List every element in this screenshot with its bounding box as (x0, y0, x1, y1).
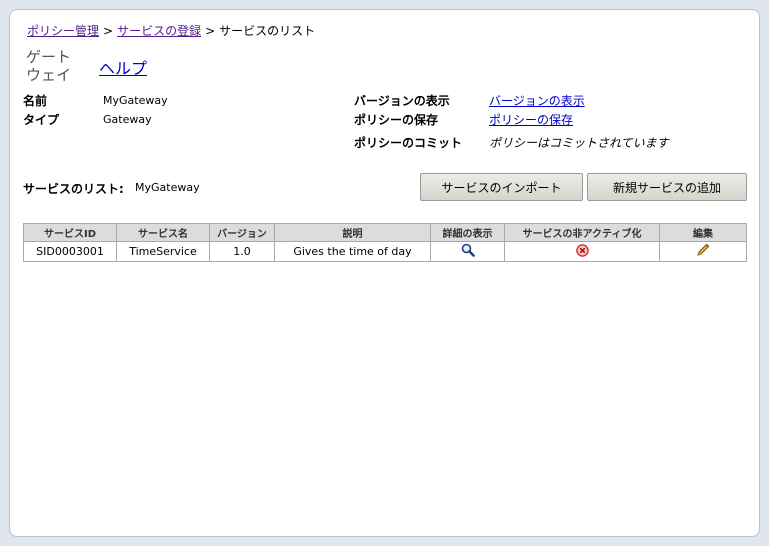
cell-deactivate (504, 241, 660, 262)
magnifier-icon[interactable] (461, 243, 475, 260)
version-label: バージョンの表示 (354, 94, 450, 108)
table-row: SID0003001 TimeService 1.0 Gives the tim… (23, 241, 747, 262)
page-title-line1: ゲート (26, 48, 72, 66)
service-list-value: MyGateway (135, 181, 200, 194)
services-table: サービスID サービス名 バージョン 説明 詳細の表示 サービスの非アクティブ化… (23, 223, 747, 262)
cell-edit (659, 241, 747, 262)
cell-description: Gives the time of day (274, 241, 431, 262)
cell-version: 1.0 (209, 241, 275, 262)
breadcrumb-current: サービスのリスト (219, 24, 316, 38)
column-header-description: 説明 (274, 223, 431, 242)
column-header-view-details: 詳細の表示 (430, 223, 505, 242)
type-label: タイプ (23, 113, 60, 127)
cell-service-id: SID0003001 (23, 241, 117, 262)
policy-save-link[interactable]: ポリシーの保存 (489, 111, 573, 128)
table-header-row: サービスID サービス名 バージョン 説明 詳細の表示 サービスの非アクティブ化… (23, 223, 747, 242)
policy-save-label: ポリシーの保存 (354, 113, 439, 127)
column-header-service-id: サービスID (23, 223, 117, 242)
column-header-edit: 編集 (659, 223, 747, 242)
help-link[interactable]: ヘルプ (99, 55, 147, 79)
main-panel: ポリシー管理 > サービスの登録 > サービスのリスト ゲート ウェイ ヘルプ 名前 M… (9, 9, 760, 537)
service-list-label: サービスのリスト: (23, 182, 124, 196)
breadcrumb-separator: > (103, 24, 114, 38)
red-x-circle-icon[interactable] (575, 243, 589, 260)
column-header-service-name: サービス名 (116, 223, 210, 242)
version-link[interactable]: バージョンの表示 (489, 92, 585, 109)
column-header-deactivate: サービスの非アクティブ化 (504, 223, 660, 242)
breadcrumb-service-registration[interactable]: サービスの登録 (117, 24, 201, 38)
import-service-button[interactable]: サービスのインポート (420, 173, 583, 201)
name-label: 名前 (23, 94, 48, 108)
column-header-version: バージョン (209, 223, 275, 242)
cell-service-name: TimeService (116, 241, 210, 262)
policy-commit-status: ポリシーはコミットされています (489, 136, 669, 150)
pencil-icon[interactable] (696, 243, 710, 260)
breadcrumb: ポリシー管理 > サービスの登録 > サービスのリスト (27, 22, 315, 39)
add-new-service-button[interactable]: 新規サービスの追加 (587, 173, 747, 201)
breadcrumb-separator: > (205, 24, 216, 38)
name-value: MyGateway (103, 94, 168, 107)
page-title: ゲート ウェイ (26, 48, 74, 84)
page-title-line2: ウェイ (26, 66, 72, 84)
breadcrumb-policy-management[interactable]: ポリシー管理 (27, 24, 99, 38)
cell-view-details (430, 241, 505, 262)
policy-commit-label: ポリシーのコミット (354, 136, 463, 150)
type-value: Gateway (103, 113, 152, 126)
